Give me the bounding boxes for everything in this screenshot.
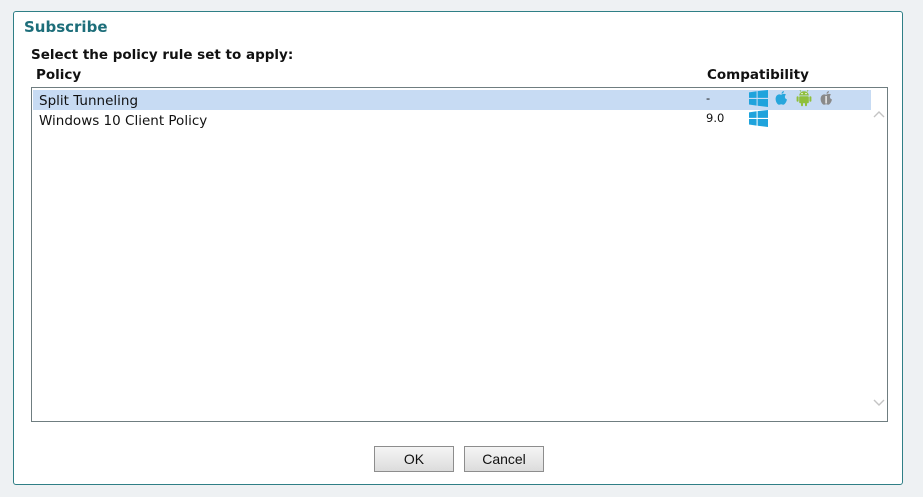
policy-name: Split Tunneling bbox=[39, 93, 139, 109]
policy-prompt: Select the policy rule set to apply: bbox=[31, 47, 294, 63]
scroll-up-arrow[interactable] bbox=[872, 104, 886, 118]
macos-icon bbox=[818, 90, 835, 107]
android-icon bbox=[795, 89, 813, 107]
policy-row-split-tunneling[interactable]: Split Tunneling - bbox=[33, 88, 871, 110]
policy-row-windows-10-client[interactable]: Windows 10 Client Policy 9.0 bbox=[33, 108, 871, 130]
dialog-title: Subscribe bbox=[24, 18, 108, 36]
policy-version: 9.0 bbox=[706, 111, 725, 125]
compatibility-icons bbox=[749, 88, 835, 108]
ok-button[interactable]: OK bbox=[374, 446, 454, 472]
policy-name: Windows 10 Client Policy bbox=[39, 113, 208, 129]
windows-icon bbox=[749, 89, 768, 107]
apple-icon bbox=[773, 90, 790, 107]
compatibility-icons bbox=[749, 108, 768, 128]
policy-list[interactable]: Split Tunneling - Windows 10 Client Poli… bbox=[31, 87, 888, 422]
column-header-compatibility: Compatibility bbox=[707, 67, 809, 83]
scroll-down-arrow[interactable] bbox=[872, 393, 886, 406]
windows-icon bbox=[749, 109, 768, 127]
subscribe-dialog: Subscribe Select the policy rule set to … bbox=[13, 11, 903, 485]
policy-version: - bbox=[706, 91, 711, 105]
cancel-button[interactable]: Cancel bbox=[464, 446, 544, 472]
column-header-policy: Policy bbox=[36, 67, 82, 83]
